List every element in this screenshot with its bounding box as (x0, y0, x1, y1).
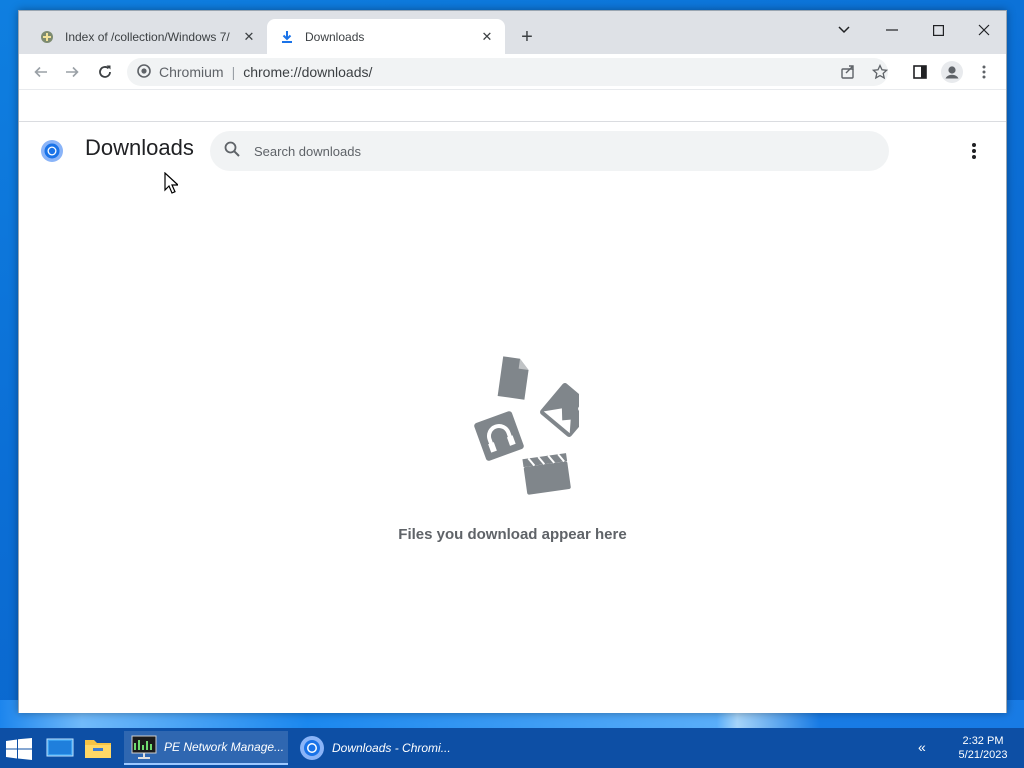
search-downloads-input[interactable] (254, 143, 854, 159)
taskbar: PE Network Manage... Downloads - Chromi.… (0, 728, 1024, 768)
empty-downloads-message: Files you download appear here (398, 526, 627, 543)
maximize-button[interactable] (915, 16, 961, 44)
mouse-cursor-icon (164, 172, 178, 194)
browser-window: Index of /collection/Windows 7/ ✕ Downlo… (18, 10, 1007, 713)
url-text: chrome://downloads/ (243, 64, 373, 80)
page-title: Downloads (85, 135, 194, 160)
downloads-page: Downloads Search downloads Files you dow… (19, 123, 1006, 713)
site-name: Chromium (159, 64, 224, 80)
search-icon (224, 141, 240, 162)
browser-toolbar: Chromium | chrome://downloads/ (19, 54, 1006, 90)
address-bar[interactable]: Chromium | chrome://downloads/ (127, 58, 888, 86)
close-tab-icon[interactable]: ✕ (241, 29, 257, 45)
taskbar-item-pe-network-manager[interactable]: PE Network Manage... (124, 731, 288, 765)
back-button[interactable] (29, 60, 53, 84)
clock-date: 5/21/2023 (958, 749, 1008, 761)
tab-search-icon[interactable] (821, 16, 867, 44)
tab-title: Index of /collection/Windows 7/ (65, 29, 230, 44)
tab-strip: Index of /collection/Windows 7/ ✕ Downlo… (19, 11, 1006, 54)
chromium-logo-icon (40, 139, 64, 163)
bookmarks-bar (19, 90, 1006, 122)
omnibox-separator: | (231, 64, 236, 80)
download-icon (279, 29, 295, 45)
taskbar-item-downloads-chromium[interactable]: Downloads - Chromi... (292, 731, 456, 765)
downloads-header: Downloads (19, 123, 1006, 179)
bookmark-star-icon[interactable] (868, 60, 892, 84)
share-icon[interactable] (836, 60, 860, 84)
show-desktop-icon[interactable] (45, 734, 75, 762)
forward-button[interactable] (60, 60, 84, 84)
task-label: Downloads - Chromi... (332, 741, 451, 755)
network-manager-icon (128, 733, 160, 761)
close-window-button[interactable] (961, 16, 1007, 44)
tab-index-of-collection[interactable]: Index of /collection/Windows 7/ ✕ (27, 19, 267, 54)
tab-downloads[interactable]: Downloads ✕ (267, 19, 505, 54)
search-box[interactable] (210, 131, 889, 171)
downloads-more-actions-icon[interactable] (962, 139, 986, 163)
system-clock[interactable]: 2:32 PM 5/21/2023 (950, 734, 1016, 762)
chromium-icon (137, 63, 151, 81)
empty-downloads-illustration (449, 348, 594, 498)
close-tab-icon[interactable]: ✕ (479, 29, 495, 45)
browser-menu-icon[interactable] (972, 60, 996, 84)
task-label: PE Network Manage... (164, 740, 285, 754)
tab-title: Downloads (305, 29, 365, 44)
chromium-icon (296, 734, 328, 762)
file-explorer-icon[interactable] (83, 734, 113, 762)
minimize-button[interactable] (869, 16, 915, 44)
reload-button[interactable] (93, 60, 117, 84)
windows-start-icon[interactable] (6, 738, 32, 760)
show-hidden-icons-icon[interactable]: « (918, 739, 926, 755)
new-tab-button[interactable]: + (516, 26, 538, 48)
profile-avatar-icon[interactable] (940, 60, 964, 84)
clock-time: 2:32 PM (962, 735, 1004, 747)
folder-favicon-icon (39, 29, 55, 45)
side-panel-icon[interactable] (908, 60, 932, 84)
